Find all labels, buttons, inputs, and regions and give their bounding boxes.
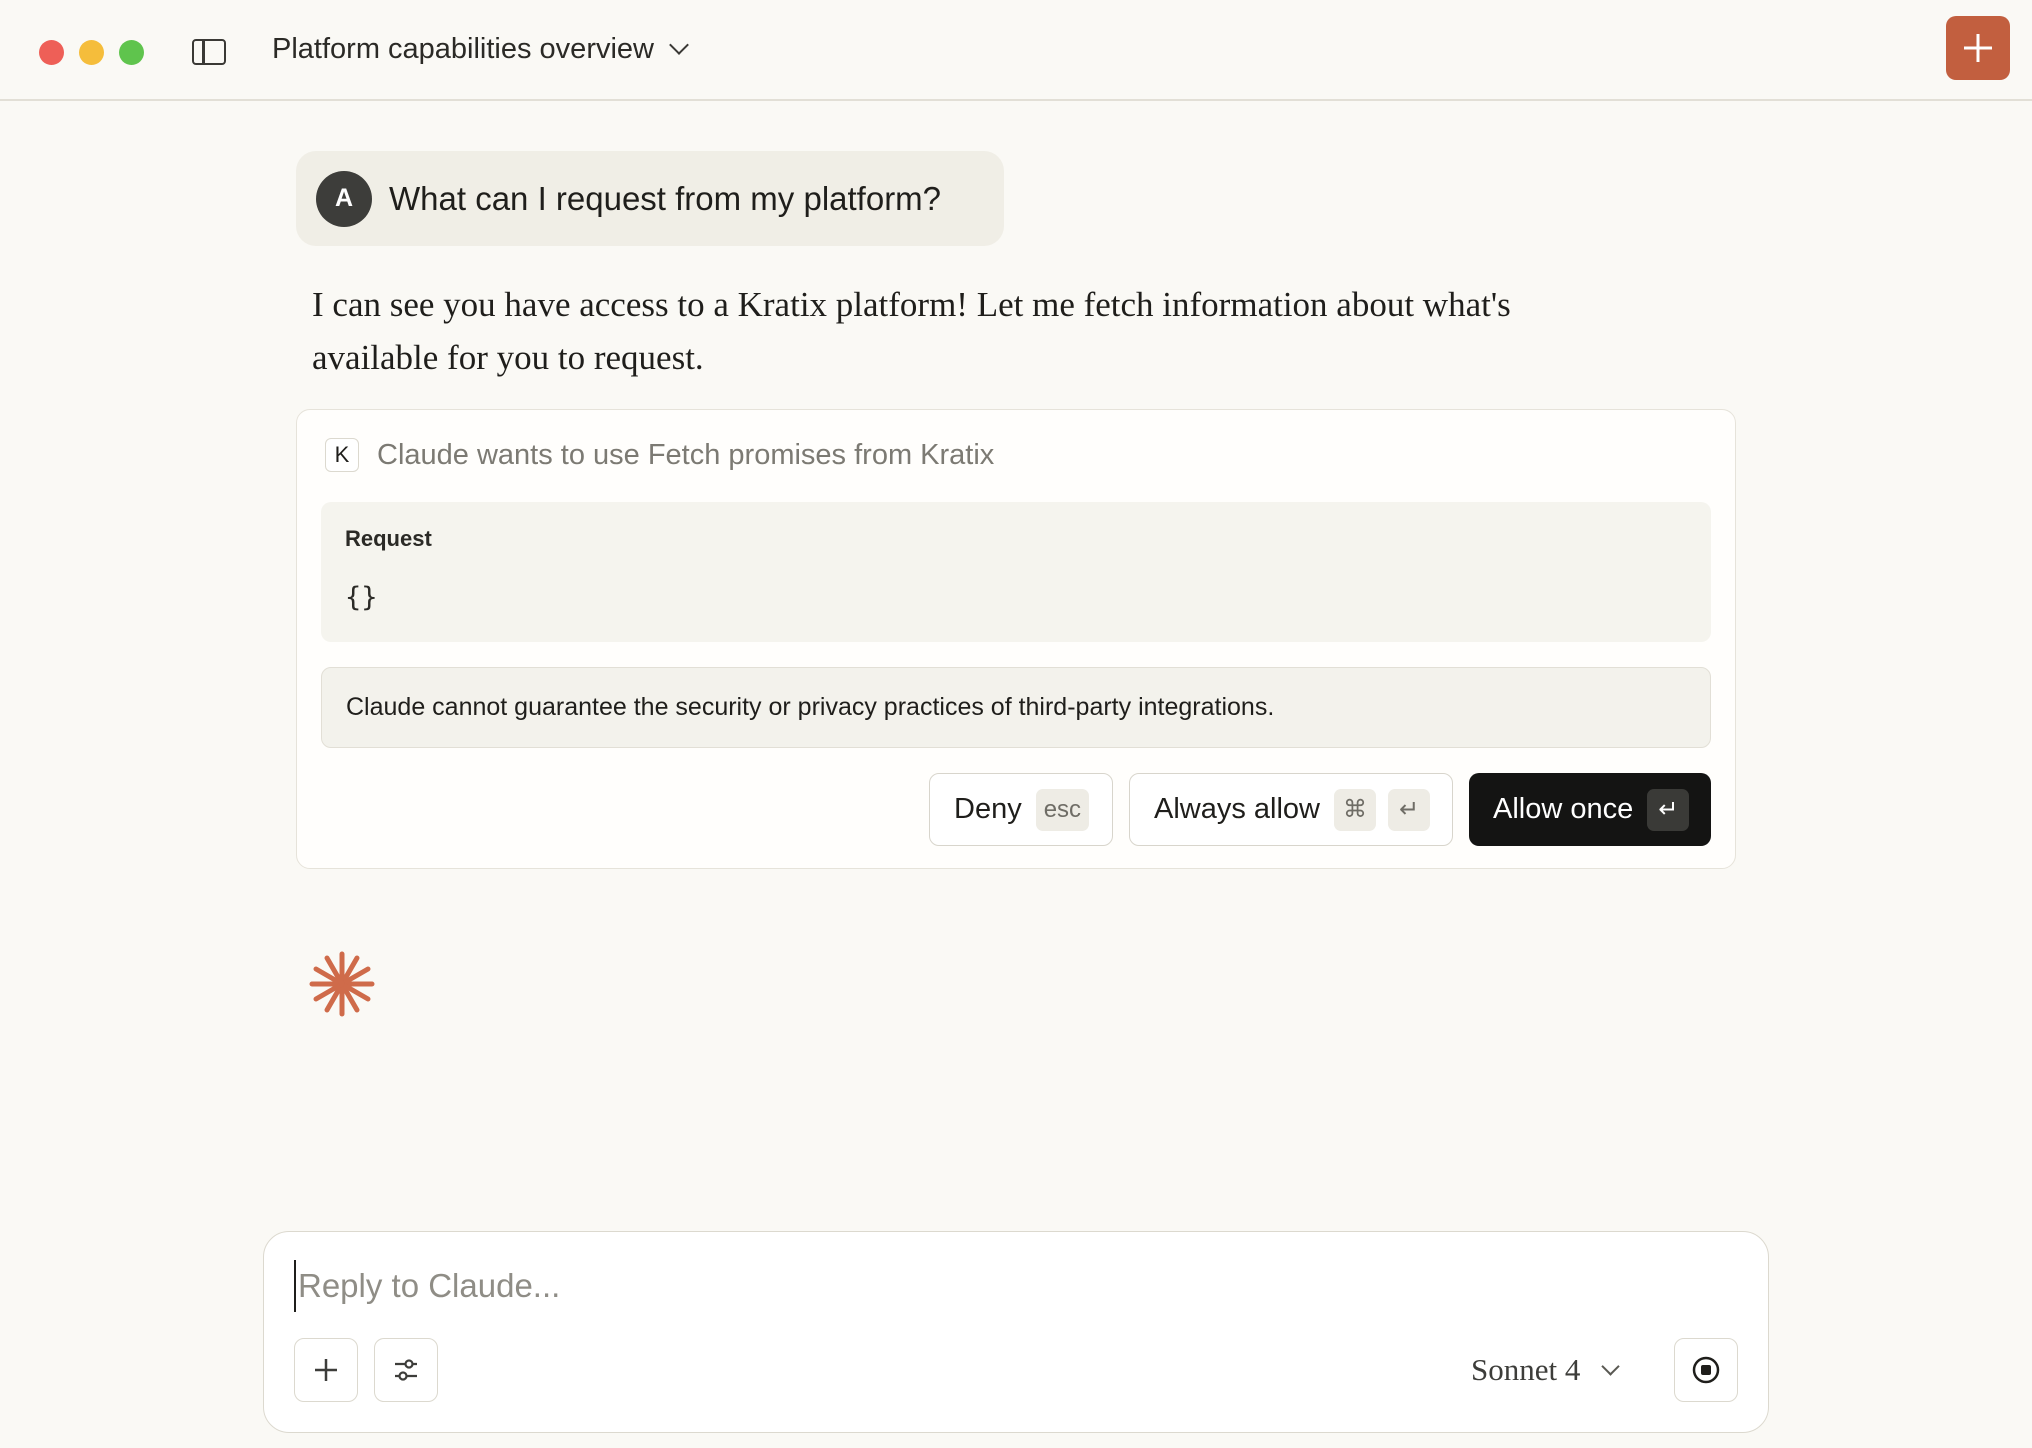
integration-icon: K	[325, 438, 359, 472]
chevron-down-icon	[1601, 1356, 1621, 1376]
conversation-title-menu[interactable]: Platform capabilities overview	[272, 30, 689, 68]
tools-button[interactable]	[374, 1338, 438, 1402]
command-key-icon: ⌘	[1334, 788, 1376, 831]
security-warning: Claude cannot guarantee the security or …	[321, 667, 1711, 748]
assistant-message-text: I can see you have access to a Kratix pl…	[312, 285, 1511, 377]
esc-shortcut: esc	[1035, 788, 1090, 831]
reply-input[interactable]	[294, 1260, 1734, 1312]
deny-label: Deny	[954, 793, 1022, 825]
allow-once-button[interactable]: Allow once ↵	[1469, 773, 1711, 846]
stop-button[interactable]	[1674, 1338, 1738, 1402]
attach-button[interactable]	[294, 1338, 358, 1402]
new-chat-button[interactable]	[1946, 16, 2010, 80]
user-message: A What can I request from my platform?	[296, 151, 1004, 246]
window-close-button[interactable]	[39, 40, 64, 65]
always-allow-label: Always allow	[1154, 793, 1320, 825]
plus-icon	[315, 1359, 337, 1381]
chevron-down-icon	[669, 35, 689, 55]
return-key-icon: ↵	[1647, 788, 1690, 831]
window-zoom-button[interactable]	[119, 40, 144, 65]
title-bar: Platform capabilities overview	[0, 0, 2032, 101]
tool-permission-card: K Claude wants to use Fetch promises fro…	[296, 409, 1736, 869]
always-allow-button[interactable]: Always allow ⌘ ↵	[1129, 773, 1453, 846]
conversation-title: Platform capabilities overview	[272, 32, 654, 65]
permission-header: K Claude wants to use Fetch promises fro…	[325, 437, 994, 473]
request-panel: Request {}	[321, 502, 1711, 642]
avatar: A	[316, 170, 372, 227]
request-body: {}	[345, 582, 378, 613]
allow-once-label: Allow once	[1493, 793, 1634, 825]
claude-spark-icon	[309, 951, 375, 1017]
request-label: Request	[345, 526, 432, 551]
model-selector[interactable]: Sonnet 4	[1471, 1348, 1621, 1392]
model-name: Sonnet 4	[1471, 1352, 1581, 1387]
stop-icon	[1692, 1356, 1720, 1384]
user-message-text: What can I request from my platform?	[389, 179, 942, 217]
message-composer: Sonnet 4	[263, 1231, 1769, 1433]
sidebar-toggle-icon[interactable]	[192, 39, 226, 65]
return-key-icon: ↵	[1388, 788, 1430, 831]
sliders-icon	[395, 1359, 417, 1381]
permission-title: Claude wants to use Fetch promises from …	[377, 438, 995, 471]
deny-button[interactable]: Deny esc	[929, 773, 1113, 846]
window-minimize-button[interactable]	[79, 40, 104, 65]
